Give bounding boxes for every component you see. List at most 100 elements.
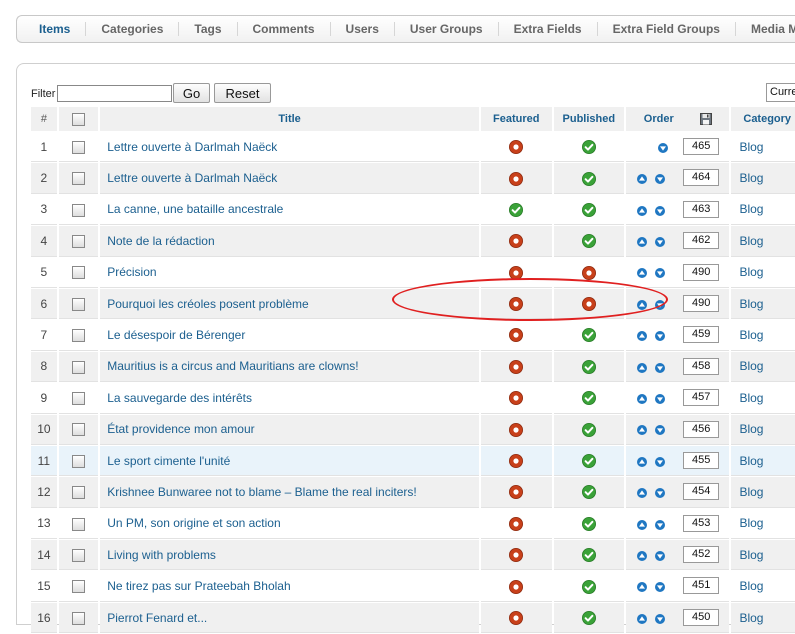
- item-title-link[interactable]: Pourquoi les créoles posent problème: [107, 297, 308, 311]
- order-input[interactable]: 450: [683, 608, 720, 626]
- featured-disc-icon[interactable]: [509, 265, 524, 280]
- arrow-up-icon[interactable]: [637, 331, 648, 342]
- featured-disc-icon[interactable]: [509, 328, 524, 343]
- order-input[interactable]: 465: [683, 138, 720, 155]
- go-button[interactable]: Go: [173, 83, 210, 103]
- featured-disc-icon[interactable]: [509, 140, 524, 155]
- tab-comments[interactable]: Comments: [238, 22, 331, 36]
- tab-users[interactable]: Users: [331, 22, 395, 36]
- item-title-link[interactable]: Living with problems: [107, 548, 216, 562]
- arrow-down-icon[interactable]: [655, 268, 666, 279]
- category-link[interactable]: Blog: [739, 579, 763, 593]
- featured-disc-icon[interactable]: [509, 579, 524, 594]
- item-title-link[interactable]: Mauritius is a circus and Mauritians are…: [107, 359, 358, 373]
- published-check-icon[interactable]: [581, 171, 596, 186]
- arrow-up-icon[interactable]: [637, 582, 648, 593]
- row-checkbox[interactable]: [71, 203, 85, 217]
- item-title-link[interactable]: La canne, une bataille ancestrale: [107, 202, 283, 216]
- arrow-down-icon[interactable]: [655, 362, 666, 373]
- arrow-up-icon[interactable]: [637, 393, 648, 404]
- published-check-icon[interactable]: [581, 422, 596, 437]
- category-link[interactable]: Blog: [739, 359, 763, 373]
- published-check-icon[interactable]: [581, 516, 596, 531]
- column-order[interactable]: Order: [626, 107, 730, 131]
- item-title-link[interactable]: Précision: [107, 265, 156, 279]
- arrow-up-icon[interactable]: [637, 425, 648, 436]
- arrow-up-icon[interactable]: [637, 519, 648, 530]
- featured-disc-icon[interactable]: [509, 485, 524, 500]
- item-title-link[interactable]: Ne tirez pas sur Prateebah Bholah: [107, 579, 290, 593]
- row-checkbox[interactable]: [71, 360, 85, 374]
- order-input[interactable]: 464: [683, 169, 720, 187]
- order-input[interactable]: 490: [683, 294, 720, 312]
- order-input[interactable]: 452: [683, 546, 720, 564]
- featured-disc-icon[interactable]: [509, 516, 524, 531]
- state-select[interactable]: Curre: [766, 83, 795, 102]
- select-all-checkbox[interactable]: [71, 112, 85, 126]
- unpublished-disc-icon[interactable]: [581, 265, 596, 280]
- category-link[interactable]: Blog: [739, 611, 763, 625]
- filter-input[interactable]: [57, 85, 172, 102]
- row-checkbox[interactable]: [71, 266, 85, 280]
- unpublished-disc-icon[interactable]: [581, 297, 596, 312]
- arrow-up-icon[interactable]: [637, 550, 648, 561]
- order-input[interactable]: 455: [683, 451, 720, 469]
- row-checkbox[interactable]: [71, 548, 85, 562]
- item-title-link[interactable]: Le sport cimente l'unité: [107, 454, 230, 468]
- published-check-icon[interactable]: [581, 328, 596, 343]
- item-title-link[interactable]: Krishnee Bunwaree not to blame – Blame t…: [107, 485, 417, 499]
- row-checkbox[interactable]: [71, 517, 85, 531]
- order-input[interactable]: 454: [683, 483, 720, 501]
- tab-items[interactable]: Items: [17, 22, 87, 36]
- published-check-icon[interactable]: [581, 140, 596, 155]
- arrow-up-icon[interactable]: [637, 205, 648, 216]
- tab-tags[interactable]: Tags: [179, 22, 238, 36]
- published-check-icon[interactable]: [581, 548, 596, 563]
- order-input[interactable]: 459: [683, 326, 720, 344]
- tab-user-groups[interactable]: User Groups: [395, 22, 499, 36]
- category-link[interactable]: Blog: [739, 265, 763, 279]
- order-input[interactable]: 462: [683, 232, 720, 250]
- row-checkbox[interactable]: [71, 580, 85, 594]
- arrow-down-icon[interactable]: [655, 425, 666, 436]
- category-link[interactable]: Blog: [739, 234, 763, 248]
- arrow-down-icon[interactable]: [655, 393, 666, 404]
- arrow-up-icon[interactable]: [637, 174, 648, 185]
- row-checkbox[interactable]: [71, 423, 85, 437]
- order-input[interactable]: 453: [683, 514, 720, 532]
- item-title-link[interactable]: Le désespoir de Bérenger: [107, 328, 245, 342]
- reset-button[interactable]: Reset: [214, 83, 271, 103]
- arrow-down-icon[interactable]: [655, 174, 666, 185]
- featured-disc-icon[interactable]: [509, 297, 524, 312]
- row-checkbox[interactable]: [71, 172, 85, 186]
- column-published[interactable]: Published: [553, 107, 625, 131]
- featured-check-icon[interactable]: [509, 202, 524, 217]
- row-checkbox[interactable]: [71, 454, 85, 468]
- category-link[interactable]: Blog: [739, 202, 763, 216]
- row-checkbox[interactable]: [71, 235, 85, 249]
- published-check-icon[interactable]: [581, 202, 596, 217]
- arrow-down-icon[interactable]: [655, 550, 666, 561]
- row-checkbox[interactable]: [71, 611, 85, 625]
- tab-extra-fields[interactable]: Extra Fields: [499, 22, 598, 36]
- featured-disc-icon[interactable]: [509, 454, 524, 469]
- category-link[interactable]: Blog: [739, 548, 763, 562]
- category-link[interactable]: Blog: [739, 422, 763, 436]
- category-link[interactable]: Blog: [739, 328, 763, 342]
- category-link[interactable]: Blog: [739, 171, 763, 185]
- category-link[interactable]: Blog: [739, 516, 763, 530]
- row-checkbox[interactable]: [71, 329, 85, 343]
- floppy-disk-icon[interactable]: [699, 113, 712, 126]
- arrow-down-icon[interactable]: [655, 582, 666, 593]
- arrow-up-icon[interactable]: [637, 613, 648, 624]
- published-check-icon[interactable]: [581, 610, 596, 625]
- category-link[interactable]: Blog: [739, 297, 763, 311]
- category-link[interactable]: Blog: [739, 391, 763, 405]
- column-title[interactable]: Title: [100, 107, 479, 131]
- arrow-down-icon[interactable]: [655, 205, 666, 216]
- arrow-up-icon[interactable]: [637, 237, 648, 247]
- arrow-down-icon[interactable]: [655, 488, 666, 499]
- tab-extra-field-groups[interactable]: Extra Field Groups: [598, 22, 736, 36]
- column-category[interactable]: Category: [731, 107, 795, 131]
- tab-categories[interactable]: Categories: [86, 22, 180, 36]
